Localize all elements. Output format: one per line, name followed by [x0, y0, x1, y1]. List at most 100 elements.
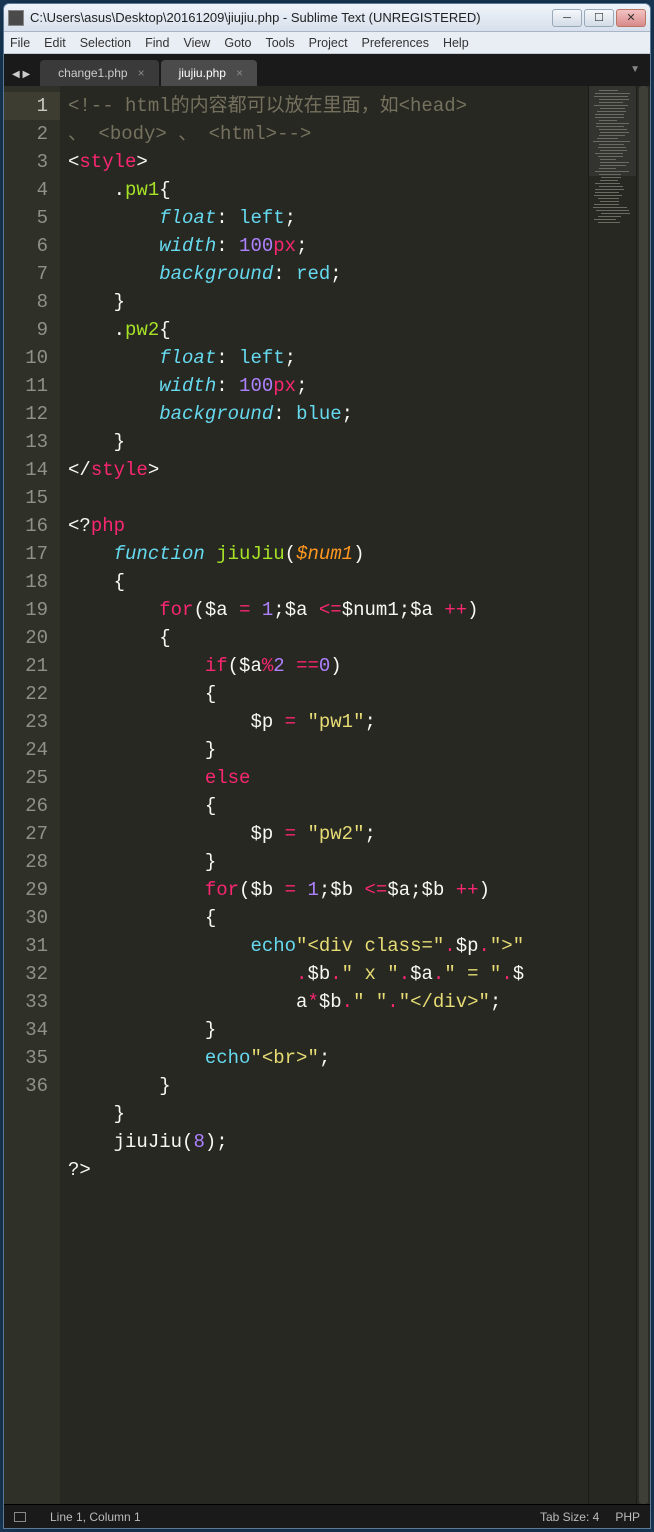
line-number: 26: [4, 792, 48, 820]
keyword: echo: [250, 935, 296, 957]
line-number: 22: [4, 680, 48, 708]
vertical-scrollbar[interactable]: [636, 86, 650, 1504]
line-number: 1: [4, 92, 60, 120]
comment-text: 、: [68, 123, 98, 145]
variable: $num1: [342, 599, 399, 621]
func-call: jiuJiu: [114, 1131, 182, 1153]
code-area[interactable]: <!-- html的内容都可以放在里面，如<head> 、 <body> 、 <…: [60, 86, 588, 1504]
variable: $b: [307, 963, 330, 985]
menu-preferences[interactable]: Preferences: [362, 36, 429, 50]
line-number: 27: [4, 820, 48, 848]
variable: $a: [205, 599, 228, 621]
string: "pw2": [307, 823, 364, 845]
comment-text: <!-- html的内容都可以放在里面，如: [68, 95, 399, 117]
variable: $b: [330, 879, 353, 901]
menu-selection[interactable]: Selection: [80, 36, 131, 50]
unit: px: [273, 235, 296, 257]
css-prop: width: [159, 235, 216, 257]
variable: $b: [250, 879, 273, 901]
menu-find[interactable]: Find: [145, 36, 169, 50]
css-class: pw1: [125, 179, 159, 201]
variable: $a: [239, 655, 262, 677]
scrollbar-thumb[interactable]: [639, 86, 648, 1504]
menubar: File Edit Selection Find View Goto Tools…: [4, 32, 650, 54]
string: ">": [490, 935, 524, 957]
line-number: 8: [4, 288, 48, 316]
tag: style: [79, 151, 136, 173]
line-number: 20: [4, 624, 48, 652]
titlebar[interactable]: C:\Users\asus\Desktop\20161209\jiujiu.ph…: [4, 4, 650, 32]
php-close: ?>: [68, 1159, 91, 1181]
number: 100: [239, 235, 273, 257]
string: " ": [353, 991, 387, 1013]
menu-tools[interactable]: Tools: [265, 36, 294, 50]
variable: $p: [250, 823, 273, 845]
line-number: 30: [4, 904, 48, 932]
line-number: 24: [4, 736, 48, 764]
line-number: 17: [4, 540, 48, 568]
comment-text: -->: [277, 123, 311, 145]
number: 8: [193, 1131, 204, 1153]
tab-nav-arrows[interactable]: ◀ ▶: [12, 69, 30, 80]
menu-project[interactable]: Project: [309, 36, 348, 50]
app-window: C:\Users\asus\Desktop\20161209\jiujiu.ph…: [3, 3, 651, 1529]
string: "<br>": [250, 1047, 318, 1069]
status-cursor[interactable]: Line 1, Column 1: [50, 1510, 141, 1524]
css-prop: width: [159, 375, 216, 397]
string: "<div class=": [296, 935, 444, 957]
minimap[interactable]: [588, 86, 636, 1504]
variable: $a: [285, 599, 308, 621]
close-icon[interactable]: ×: [236, 66, 243, 80]
line-number: 3: [4, 148, 48, 176]
line-number: 16: [4, 512, 48, 540]
panel-switcher-icon[interactable]: [14, 1512, 26, 1522]
line-number: 2: [4, 120, 48, 148]
close-button[interactable]: ✕: [616, 9, 646, 27]
variable: $p: [250, 711, 273, 733]
menu-help[interactable]: Help: [443, 36, 469, 50]
css-prop: float: [159, 347, 216, 369]
line-number: 9: [4, 316, 48, 344]
line-number: 34: [4, 1016, 48, 1044]
tab-overflow-icon[interactable]: ▼: [630, 64, 640, 75]
string: " x ": [342, 963, 399, 985]
comment-text: 、: [167, 123, 209, 145]
status-lang[interactable]: PHP: [615, 1510, 640, 1524]
keyword: echo: [205, 1047, 251, 1069]
menu-file[interactable]: File: [10, 36, 30, 50]
line-number: 7: [4, 260, 48, 288]
line-number: 13: [4, 428, 48, 456]
line-number: 4: [4, 176, 48, 204]
line-number: 29: [4, 876, 48, 904]
comment-text: html: [220, 123, 266, 145]
number: 100: [239, 375, 273, 397]
php-open: php: [91, 515, 125, 537]
comment-text: head: [410, 95, 456, 117]
tab-strip: ◀ ▶ change1.php × jiujiu.php × ▼: [4, 54, 650, 86]
line-number: 11: [4, 372, 48, 400]
maximize-button[interactable]: ☐: [584, 9, 614, 27]
tag: style: [91, 459, 148, 481]
variable: $p: [456, 935, 479, 957]
tab-change1[interactable]: change1.php ×: [40, 60, 158, 86]
keyword: for: [159, 599, 193, 621]
line-number: 5: [4, 204, 48, 232]
menu-goto[interactable]: Goto: [224, 36, 251, 50]
line-number: 35: [4, 1044, 48, 1072]
keyword: if: [205, 655, 228, 677]
css-prop: background: [159, 403, 273, 425]
close-icon[interactable]: ×: [138, 66, 145, 80]
minimize-button[interactable]: ─: [552, 9, 582, 27]
string: "pw1": [307, 711, 364, 733]
menu-edit[interactable]: Edit: [44, 36, 66, 50]
css-value: left: [239, 207, 285, 229]
gutter[interactable]: 1 2 3 4 5 6 7 8 9 10 11 12 13 14 15 16 1…: [4, 86, 60, 1504]
status-tabsize[interactable]: Tab Size: 4: [540, 1510, 599, 1524]
keyword: for: [205, 879, 239, 901]
line-number: 19: [4, 596, 48, 624]
tab-jiujiu[interactable]: jiujiu.php ×: [161, 60, 257, 86]
app-icon: [8, 10, 24, 26]
menu-view[interactable]: View: [183, 36, 210, 50]
statusbar: Line 1, Column 1 Tab Size: 4 PHP: [4, 1504, 650, 1528]
css-value: blue: [296, 403, 342, 425]
